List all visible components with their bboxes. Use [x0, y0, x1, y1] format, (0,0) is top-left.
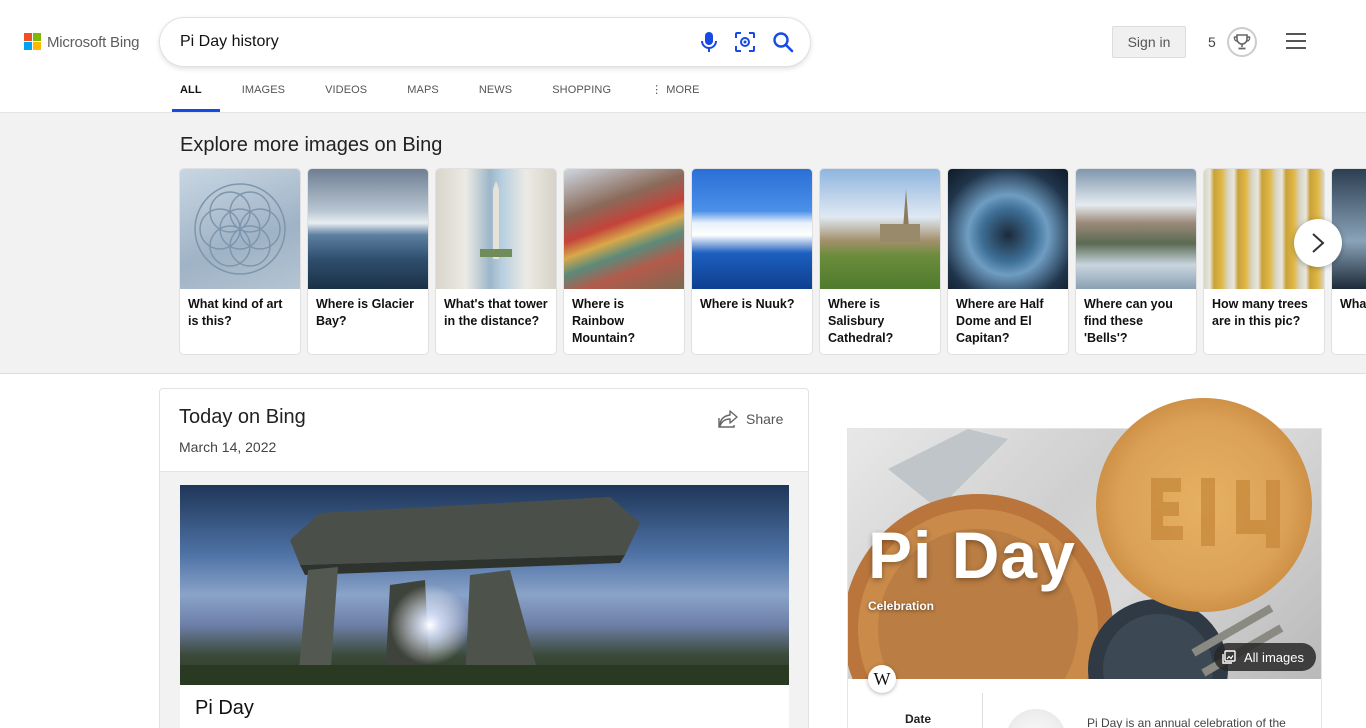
logo-text: Microsoft Bing — [47, 33, 140, 51]
image-card[interactable]: Where can you find these 'Bells'? — [1076, 169, 1196, 354]
share-icon — [718, 410, 738, 428]
tab-more[interactable]: ⋮ MORE — [651, 82, 700, 112]
images-icon — [1222, 650, 1236, 664]
today-date: March 14, 2022 — [179, 439, 277, 455]
card-image — [436, 169, 556, 289]
all-images-label: All images — [1244, 649, 1304, 665]
rewards-count[interactable]: 5 — [1208, 34, 1216, 50]
pie-image — [1096, 398, 1312, 612]
tab-news[interactable]: NEWS — [479, 82, 512, 112]
search-icon[interactable] — [771, 30, 795, 54]
search-tabs: ALL IMAGES VIDEOS MAPS NEWS SHOPPING ⋮ M… — [172, 82, 740, 112]
description-thumbnail — [1006, 709, 1066, 728]
tab-maps[interactable]: MAPS — [407, 82, 439, 112]
today-on-bing-card: Today on Bing March 14, 2022 Share Pi Da… — [159, 388, 809, 728]
image-card[interactable]: What kind of art is this? — [180, 169, 300, 354]
image-card[interactable]: Where are Half Dome and El Capitan? — [948, 169, 1068, 354]
wikipedia-icon[interactable]: W — [868, 665, 896, 693]
knowledge-panel-title: Pi Day — [868, 518, 1076, 592]
explore-title: Explore more images on Bing — [180, 134, 443, 156]
card-label: Where is Glacier Bay? — [316, 297, 414, 328]
today-image[interactable] — [180, 485, 789, 685]
card-label: Where is Rainbow Mountain? — [572, 297, 636, 345]
image-card[interactable]: What fanta form — [1332, 169, 1366, 354]
card-label: Where is Nuuk? — [700, 297, 795, 311]
image-card[interactable]: Where is Glacier Bay? — [308, 169, 428, 354]
card-image — [564, 169, 684, 289]
explore-images-section: Explore more images on Bing What kind of… — [0, 113, 1366, 374]
microphone-icon[interactable] — [697, 30, 721, 54]
card-label: What kind of art is this? — [188, 297, 283, 328]
share-label: Share — [746, 411, 784, 427]
card-image — [820, 169, 940, 289]
today-card-title: Pi Day — [195, 697, 254, 719]
divider — [982, 693, 983, 728]
card-label: Where is Salisbury Cathedral? — [828, 297, 894, 345]
knowledge-panel-description: Pi Day is an annual celebration of the — [1087, 716, 1286, 728]
card-label: Where can you find these 'Bells'? — [1084, 297, 1173, 345]
rewards-trophy-icon[interactable] — [1227, 27, 1257, 57]
hamburger-menu-icon[interactable] — [1286, 33, 1306, 49]
bing-logo[interactable]: Microsoft Bing — [24, 33, 139, 51]
card-image — [308, 169, 428, 289]
image-card[interactable]: What's that tower in the distance? — [436, 169, 556, 354]
card-label: How many trees are in this pic? — [1212, 297, 1308, 328]
image-carousel: What kind of art is this? Where is Glaci… — [180, 169, 1366, 354]
search-box[interactable] — [160, 18, 810, 66]
chevron-right-icon — [1312, 233, 1325, 253]
today-card-caption[interactable]: Pi Day — [180, 685, 789, 728]
all-images-button[interactable]: All images — [1214, 643, 1316, 671]
card-label: What fanta form — [1340, 297, 1366, 311]
today-title: Today on Bing — [179, 406, 306, 428]
tab-images[interactable]: IMAGES — [242, 82, 285, 112]
carousel-next-button[interactable] — [1294, 219, 1342, 267]
more-dots-icon: ⋮ — [651, 84, 663, 96]
visual-search-icon[interactable] — [733, 30, 757, 54]
tab-all[interactable]: ALL — [172, 82, 220, 112]
tab-more-label: MORE — [666, 84, 700, 96]
sign-in-button[interactable]: Sign in — [1112, 26, 1186, 58]
knowledge-panel-subtitle: Celebration — [868, 599, 935, 613]
card-label: Where are Half Dome and El Capitan? — [956, 297, 1044, 345]
image-card[interactable]: Where is Nuuk? — [692, 169, 812, 354]
tab-videos[interactable]: VIDEOS — [325, 82, 367, 112]
microsoft-logo-icon — [24, 33, 42, 51]
today-header: Today on Bing March 14, 2022 Share — [160, 389, 808, 472]
image-card[interactable]: Where is Rainbow Mountain? — [564, 169, 684, 354]
search-input[interactable] — [180, 31, 660, 53]
image-card[interactable]: Where is Salisbury Cathedral? — [820, 169, 940, 354]
tab-shopping[interactable]: SHOPPING — [552, 82, 611, 112]
card-label: What's that tower in the distance? — [444, 297, 548, 328]
date-label: Date — [905, 712, 932, 726]
share-button[interactable]: Share — [718, 410, 783, 428]
card-image — [692, 169, 812, 289]
header: Microsoft Bing Sign in 5 ALL IMAGES VIDE… — [0, 0, 1366, 113]
card-image — [948, 169, 1068, 289]
card-image — [1076, 169, 1196, 289]
card-image — [180, 169, 300, 289]
